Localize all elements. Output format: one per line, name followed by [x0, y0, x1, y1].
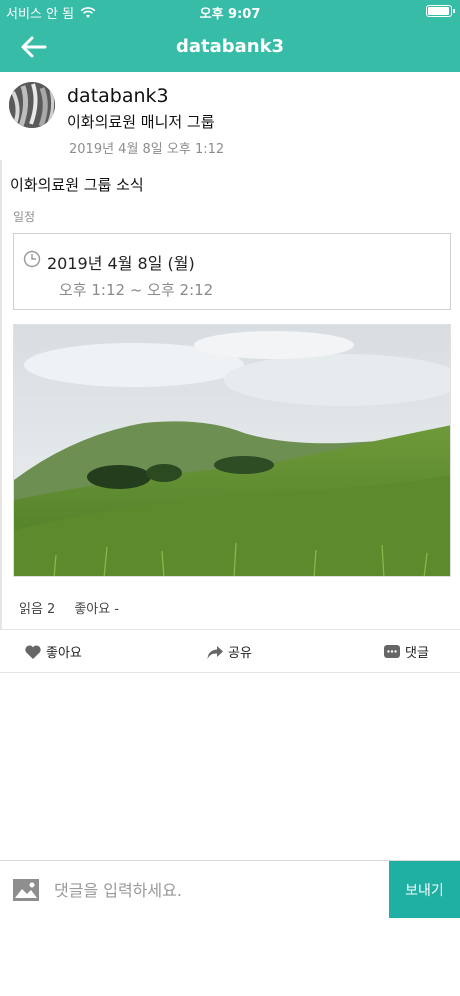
page-title: databank3 — [175, 36, 285, 57]
read-count: 읽음 2 — [19, 602, 56, 617]
post-body: 이화의료원 그룹 소식 일정 2019년 4월 8일 (월) 오후 1:12 ~… — [0, 160, 460, 630]
schedule-label: 일정 — [13, 210, 36, 224]
avatar[interactable] — [9, 82, 55, 128]
schedule-time: 오후 1:12 ~ 오후 2:12 — [59, 281, 214, 299]
battery-icon — [426, 5, 455, 17]
like-button[interactable]: 좋아요 — [24, 642, 82, 661]
share-label: 공유 — [228, 646, 252, 661]
attach-photo-button[interactable] — [12, 877, 40, 903]
share-icon — [207, 645, 223, 659]
schedule-date: 2019년 4월 8일 (월) — [47, 254, 195, 273]
comment-icon — [384, 644, 400, 658]
image-icon — [13, 879, 39, 901]
status-time: 오후 9:07 — [199, 7, 261, 22]
post-timestamp: 2019년 4월 8일 오후 1:12 — [69, 142, 225, 157]
post-image[interactable] — [13, 324, 451, 577]
action-bar: 좋아요 공유 댓글 — [0, 629, 460, 673]
like-count: 좋아요 - — [74, 602, 120, 617]
like-label: 좋아요 — [46, 646, 82, 661]
comment-bar: 보내기 — [0, 860, 460, 918]
landscape-photo — [14, 325, 450, 576]
post-stats: 읽음 2 좋아요 - — [19, 598, 119, 617]
comment-label: 댓글 — [405, 646, 429, 661]
share-button[interactable]: 공유 — [206, 642, 252, 661]
nav-bar: databank3 — [0, 22, 460, 72]
post-text: 이화의료원 그룹 소식 — [10, 176, 144, 194]
avatar-image — [9, 82, 55, 128]
schedule-card[interactable]: 2019년 4월 8일 (월) 오후 1:12 ~ 오후 2:12 — [13, 233, 451, 310]
send-button[interactable]: 보내기 — [389, 861, 460, 918]
status-bar: 서비스 안 됨 오후 9:07 — [0, 0, 460, 22]
clock-icon — [23, 250, 41, 268]
comment-input[interactable] — [54, 870, 384, 910]
comment-button[interactable]: 댓글 — [383, 642, 429, 661]
heart-icon — [25, 645, 41, 659]
author-name[interactable]: databank3 — [67, 85, 169, 107]
post-header: databank3 이화의료원 매니저 그룹 2019년 4월 8일 오후 1:… — [0, 72, 460, 164]
group-name: 이화의료원 매니저 그룹 — [67, 113, 215, 131]
